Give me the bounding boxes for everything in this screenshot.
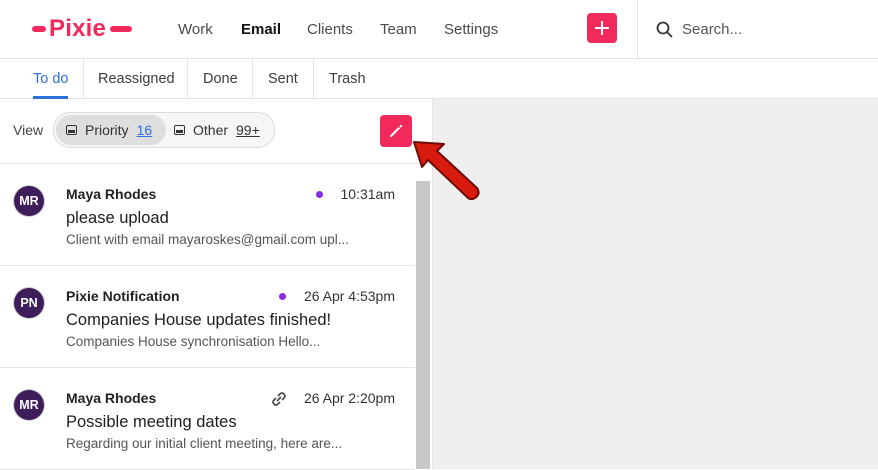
link-icon bbox=[272, 392, 286, 406]
message-subject: please upload bbox=[66, 209, 169, 227]
tab-reassigned[interactable]: Reassigned bbox=[98, 59, 175, 98]
reading-pane bbox=[433, 99, 878, 469]
unread-dot bbox=[279, 293, 286, 300]
message-row[interactable]: MR Maya Rhodes 10:31am please upload Cli… bbox=[0, 164, 415, 266]
inbox-icon bbox=[66, 125, 77, 135]
nav-item-team[interactable]: Team bbox=[380, 0, 417, 58]
priority-count: 16 bbox=[136, 122, 153, 138]
tab-divider bbox=[83, 59, 84, 98]
mail-tabs: To do Reassigned Done Sent Trash bbox=[0, 59, 878, 99]
avatar: MR bbox=[14, 186, 44, 216]
message-list-panel: View Priority 16 Other 99+ MR Maya Rhode… bbox=[0, 99, 433, 470]
add-button[interactable] bbox=[587, 13, 617, 43]
search-input[interactable] bbox=[680, 19, 864, 39]
nav-label-work: Work bbox=[178, 20, 213, 38]
message-subject: Companies House updates finished! bbox=[66, 311, 332, 329]
pixie-logo[interactable]: Pixie bbox=[32, 14, 133, 44]
logo-dash-left bbox=[32, 26, 46, 32]
view-toggle: Priority 16 Other 99+ bbox=[53, 112, 275, 148]
message-preview: Regarding our initial client meeting, he… bbox=[66, 436, 343, 451]
tab-divider bbox=[187, 59, 188, 98]
message-preview: Client with email mayaroskes@gmail.com u… bbox=[66, 232, 350, 247]
nav-label-team: Team bbox=[380, 20, 417, 38]
other-count: 99+ bbox=[236, 122, 260, 138]
message-time: 26 Apr 4:53pm bbox=[303, 288, 395, 304]
nav-item-work[interactable]: Work bbox=[178, 0, 213, 58]
message-sender: Pixie Notification bbox=[66, 288, 180, 304]
search-icon bbox=[656, 21, 673, 37]
nav-item-settings[interactable]: Settings bbox=[444, 0, 498, 58]
tab-divider bbox=[313, 59, 314, 98]
nav-item-clients[interactable]: Clients bbox=[307, 0, 353, 58]
inbox-icon bbox=[174, 125, 185, 135]
logo-dash-right bbox=[110, 26, 133, 32]
message-sender: Maya Rhodes bbox=[66, 186, 157, 202]
view-option-priority[interactable]: Priority 16 bbox=[56, 115, 166, 145]
nav-item-email[interactable]: Email bbox=[241, 0, 281, 58]
view-label: View bbox=[13, 122, 44, 138]
message-time: 26 Apr 2:20pm bbox=[303, 390, 395, 406]
avatar: MR bbox=[14, 390, 44, 420]
pencil-icon bbox=[390, 124, 403, 137]
annotation-arrow-icon bbox=[413, 141, 480, 201]
view-option-label: Other bbox=[193, 122, 229, 138]
tab-divider bbox=[252, 59, 253, 98]
search-divider bbox=[637, 0, 638, 58]
logo-text: Pixie bbox=[49, 15, 107, 42]
top-bar: Pixie Work Email Clients Team Settings bbox=[0, 0, 878, 59]
tab-to-do[interactable]: To do bbox=[33, 59, 69, 99]
message-row[interactable]: MR Maya Rhodes 26 Apr 2:20pm Possible me… bbox=[0, 368, 415, 470]
avatar: PN bbox=[14, 288, 44, 318]
message-list-scrollbar[interactable] bbox=[416, 181, 430, 469]
tab-sent[interactable]: Sent bbox=[268, 59, 298, 98]
nav-label-email: Email bbox=[241, 20, 282, 38]
unread-dot bbox=[316, 191, 323, 198]
nav-label-clients: Clients bbox=[307, 20, 353, 38]
message-subject: Possible meeting dates bbox=[66, 413, 237, 431]
plus-icon bbox=[595, 21, 609, 35]
tab-trash[interactable]: Trash bbox=[329, 59, 366, 98]
view-bar: View Priority 16 Other 99+ bbox=[0, 99, 432, 164]
message-time: 10:31am bbox=[340, 186, 395, 202]
message-preview: Companies House synchronisation Hello... bbox=[66, 334, 321, 349]
nav-label-settings: Settings bbox=[444, 20, 499, 38]
search-box[interactable] bbox=[656, 17, 864, 41]
view-option-label: Priority bbox=[85, 122, 129, 138]
tab-done[interactable]: Done bbox=[203, 59, 238, 98]
view-option-other[interactable]: Other 99+ bbox=[166, 115, 268, 145]
message-sender: Maya Rhodes bbox=[66, 390, 157, 406]
message-row[interactable]: PN Pixie Notification 26 Apr 4:53pm Comp… bbox=[0, 266, 415, 368]
